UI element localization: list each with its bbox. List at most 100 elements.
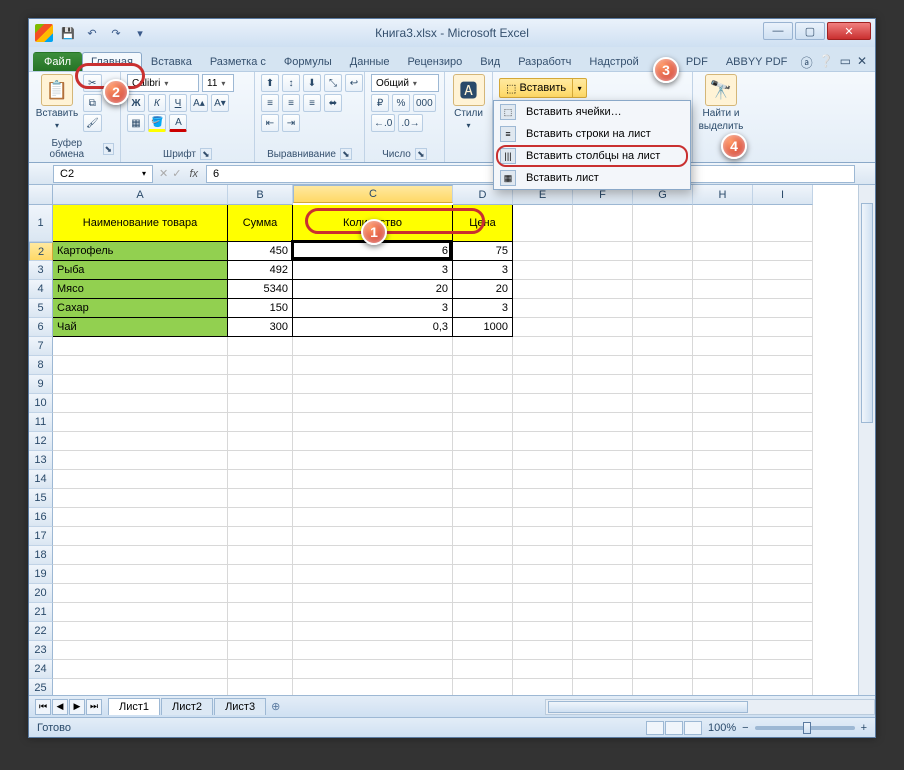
empty-cell[interactable] [753, 242, 813, 261]
empty-cell[interactable] [53, 356, 228, 375]
empty-cell[interactable] [293, 603, 453, 622]
empty-cell[interactable] [453, 603, 513, 622]
increase-font-icon[interactable]: A▴ [190, 94, 208, 112]
empty-cell[interactable] [573, 432, 633, 451]
empty-cell[interactable] [693, 527, 753, 546]
view-pagebreak-icon[interactable] [684, 721, 702, 735]
empty-cell[interactable] [753, 603, 813, 622]
empty-cell[interactable] [293, 375, 453, 394]
empty-cell[interactable] [228, 603, 293, 622]
font-size-select[interactable]: 11▾ [202, 74, 234, 92]
row-header-10[interactable]: 10 [29, 394, 53, 413]
empty-cell[interactable] [693, 356, 753, 375]
row-header-3[interactable]: 3 [29, 261, 53, 280]
underline-button[interactable]: Ч [169, 94, 187, 112]
alignment-launcher[interactable]: ⬊ [340, 148, 352, 160]
empty-cell[interactable] [53, 470, 228, 489]
empty-cell[interactable] [228, 413, 293, 432]
decrease-indent-icon[interactable]: ⇤ [261, 114, 279, 132]
empty-cell[interactable] [693, 470, 753, 489]
empty-cell[interactable] [228, 470, 293, 489]
empty-cell[interactable] [693, 660, 753, 679]
zoom-level[interactable]: 100% [708, 722, 736, 734]
empty-cell[interactable] [693, 280, 753, 299]
empty-cell[interactable] [228, 356, 293, 375]
empty-cell[interactable] [293, 432, 453, 451]
empty-cell[interactable] [633, 337, 693, 356]
empty-cell[interactable] [753, 375, 813, 394]
empty-cell[interactable] [693, 242, 753, 261]
empty-cell[interactable] [228, 660, 293, 679]
row-name-cell[interactable]: Сахар [53, 299, 228, 318]
header-cell[interactable]: Наименование товара [53, 205, 228, 242]
data-cell[interactable]: 150 [228, 299, 293, 318]
row-header-17[interactable]: 17 [29, 527, 53, 546]
empty-cell[interactable] [228, 432, 293, 451]
empty-cell[interactable] [693, 413, 753, 432]
help-icon[interactable]: ⓐ [801, 54, 813, 71]
data-cell[interactable]: 492 [228, 261, 293, 280]
currency-icon[interactable]: ₽ [371, 94, 389, 112]
empty-cell[interactable] [293, 489, 453, 508]
empty-cell[interactable] [228, 337, 293, 356]
empty-cell[interactable] [293, 356, 453, 375]
menu-insert-cells[interactable]: ⬚Вставить ячейки… [494, 101, 690, 123]
comma-icon[interactable]: 000 [413, 94, 436, 112]
empty-cell[interactable] [228, 508, 293, 527]
row-header-1[interactable]: 1 [29, 205, 53, 242]
styles-button[interactable]: 🅰 Стили ▾ [451, 74, 486, 130]
close-button[interactable]: ✕ [827, 22, 871, 40]
row-header-16[interactable]: 16 [29, 508, 53, 527]
sheet-tab-1[interactable]: Лист1 [108, 698, 160, 715]
empty-cell[interactable] [513, 205, 573, 242]
empty-cell[interactable] [453, 584, 513, 603]
zoom-in-icon[interactable]: + [861, 722, 867, 734]
empty-cell[interactable] [693, 451, 753, 470]
empty-cell[interactable] [513, 413, 573, 432]
empty-cell[interactable] [573, 527, 633, 546]
empty-cell[interactable] [293, 584, 453, 603]
fill-color-icon[interactable]: 🪣 [148, 114, 166, 132]
empty-cell[interactable] [633, 413, 693, 432]
empty-cell[interactable] [293, 546, 453, 565]
empty-cell[interactable] [693, 508, 753, 527]
empty-cell[interactable] [53, 394, 228, 413]
empty-cell[interactable] [453, 375, 513, 394]
increase-decimal-icon[interactable]: ←.0 [371, 114, 395, 132]
empty-cell[interactable] [573, 603, 633, 622]
percent-icon[interactable]: % [392, 94, 410, 112]
empty-cell[interactable] [753, 394, 813, 413]
empty-cell[interactable] [293, 527, 453, 546]
sheet-nav-prev-icon[interactable]: ◀ [52, 699, 68, 715]
zoom-slider[interactable] [755, 726, 855, 730]
empty-cell[interactable] [693, 205, 753, 242]
empty-cell[interactable] [573, 489, 633, 508]
empty-cell[interactable] [753, 432, 813, 451]
empty-cell[interactable] [633, 660, 693, 679]
empty-cell[interactable] [753, 318, 813, 337]
row-header-13[interactable]: 13 [29, 451, 53, 470]
empty-cell[interactable] [753, 356, 813, 375]
row-header-12[interactable]: 12 [29, 432, 53, 451]
row-header-11[interactable]: 11 [29, 413, 53, 432]
row-header-7[interactable]: 7 [29, 337, 53, 356]
empty-cell[interactable] [293, 394, 453, 413]
empty-cell[interactable] [633, 394, 693, 413]
empty-cell[interactable] [753, 565, 813, 584]
empty-cell[interactable] [513, 508, 573, 527]
empty-cell[interactable] [633, 375, 693, 394]
empty-cell[interactable] [573, 242, 633, 261]
empty-cell[interactable] [453, 470, 513, 489]
empty-cell[interactable] [53, 375, 228, 394]
orientation-icon[interactable]: ⤡ [324, 74, 342, 92]
empty-cell[interactable] [513, 394, 573, 413]
copy-icon[interactable]: ⧉ [83, 94, 102, 112]
col-header-H[interactable]: H [693, 185, 753, 205]
increase-indent-icon[interactable]: ⇥ [282, 114, 300, 132]
name-box[interactable]: C2▾ [53, 165, 153, 183]
empty-cell[interactable] [693, 318, 753, 337]
empty-cell[interactable] [753, 299, 813, 318]
empty-cell[interactable] [573, 394, 633, 413]
empty-cell[interactable] [753, 546, 813, 565]
row-header-8[interactable]: 8 [29, 356, 53, 375]
